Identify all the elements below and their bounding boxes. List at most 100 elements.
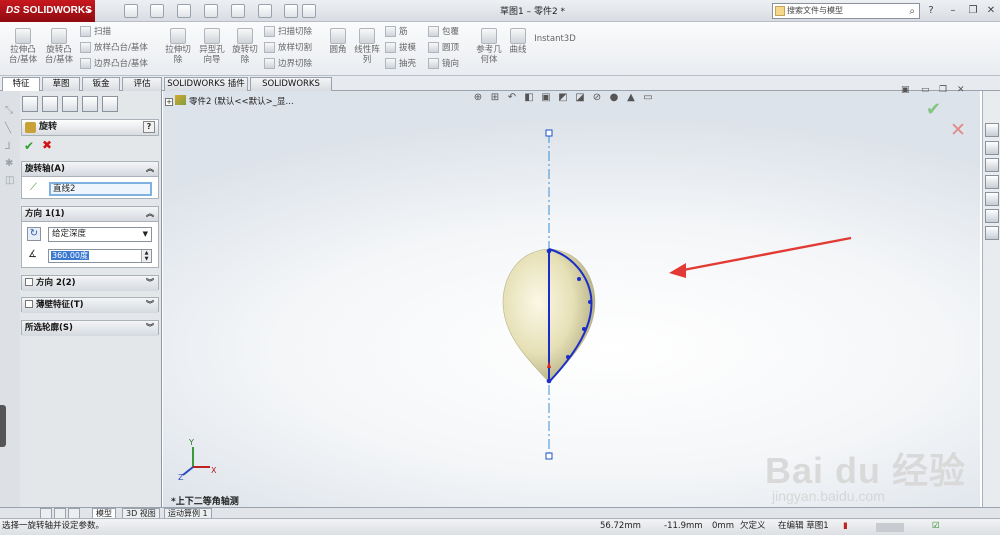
resources-icon[interactable]	[985, 141, 999, 155]
tab-evaluate[interactable]: 评估	[122, 77, 162, 91]
thin-feature-group-header[interactable]: 薄壁特征(T) ︾	[22, 298, 158, 313]
lofted-cut-button[interactable]: 放样切割	[264, 41, 312, 55]
draft-button[interactable]: 拔模	[385, 41, 416, 55]
tab-mbd[interactable]: SOLIDWORKS MBD	[250, 77, 332, 102]
custom-properties-icon[interactable]	[985, 209, 999, 223]
open-file-icon[interactable]	[150, 4, 164, 18]
search-icon[interactable]: ⌕	[909, 5, 915, 19]
edit-mode: 在编辑 草图1	[778, 521, 829, 531]
minimize-icon[interactable]: –	[946, 4, 960, 18]
select-icon[interactable]	[258, 4, 272, 18]
curves-button[interactable]: 曲线	[506, 28, 530, 55]
revolve-boss-icon	[51, 28, 67, 44]
swept-cut-button[interactable]: 扫描切除	[264, 25, 312, 39]
help-button[interactable]: ?	[143, 121, 155, 133]
wrap-icon	[428, 26, 439, 37]
appearances-icon[interactable]	[985, 192, 999, 206]
sweep-button[interactable]: 扫描	[80, 25, 111, 39]
search-input[interactable]: 搜索文件与模型 ⌕	[772, 3, 920, 19]
extrude-cut-button[interactable]: 拉伸切 除	[162, 28, 194, 65]
sketch-point[interactable]	[582, 327, 586, 331]
boundary-cut-button[interactable]: 边界切除	[264, 57, 312, 71]
point-icon[interactable]: ✱	[5, 158, 13, 169]
sketch-point[interactable]	[577, 277, 581, 281]
ok-check-icon[interactable]: ✔	[24, 139, 34, 153]
axis-x-label: X	[211, 466, 217, 475]
solidworks-logo[interactable]: DS SOLIDWORKS ▸	[0, 0, 95, 22]
loft-icon	[80, 42, 91, 53]
direction1-group-header[interactable]: 方向 1(1) ︽	[22, 207, 158, 222]
loft-boss-button[interactable]: 放样凸台/基体	[80, 41, 148, 55]
axis-selection-field[interactable]: 直线2	[49, 182, 152, 196]
units-select[interactable]	[876, 523, 904, 532]
angle-field[interactable]: 360.00度 ▲ ▼	[48, 249, 152, 263]
selected-contours-group-header[interactable]: 所选轮廓(S) ︾	[22, 321, 158, 336]
sketch-point[interactable]	[588, 300, 592, 304]
smart-dimension-icon[interactable]: ⤡	[5, 105, 13, 116]
new-file-icon[interactable]	[124, 4, 138, 18]
reverse-direction-icon[interactable]: ↻	[27, 227, 41, 241]
collapse-icon: ︽	[146, 209, 154, 218]
thin-feature-checkbox[interactable]	[25, 300, 33, 308]
direction2-group: 方向 2(2) ︾	[21, 275, 159, 291]
status-check-icon[interactable]: ☑	[932, 519, 940, 534]
sketch-point[interactable]	[566, 355, 570, 359]
display-manager-tab-icon[interactable]	[102, 96, 118, 112]
revolve-boss-button[interactable]: 旋转凸 台/基体	[42, 28, 76, 65]
axis-line-icon: ⟋	[30, 182, 37, 193]
axis-endpoint-handle[interactable]	[545, 452, 553, 460]
logo-dropdown-icon: ▸	[87, 6, 92, 15]
tab-features[interactable]: 特征	[2, 77, 40, 92]
file-explorer-icon[interactable]	[985, 175, 999, 189]
options-icon[interactable]	[302, 4, 316, 18]
dimxpert-tab-icon[interactable]	[82, 96, 98, 112]
configuration-tab-icon[interactable]	[62, 96, 78, 112]
panel-splitter-handle[interactable]	[0, 405, 6, 447]
axis-group-header[interactable]: 旋转轴(A) ︽	[22, 162, 158, 177]
bottom-tabs: 模型 3D 视图 运动算例 1	[0, 507, 1000, 519]
measure-icon[interactable]: ◫	[5, 175, 14, 186]
boundary-boss-button[interactable]: 边界凸台/基体	[80, 57, 148, 71]
tab-sheet-metal[interactable]: 钣金	[82, 77, 120, 91]
undo-icon[interactable]	[231, 4, 245, 18]
axis-endpoint-handle[interactable]	[545, 129, 553, 137]
sketch-point[interactable]	[546, 248, 552, 254]
print-icon[interactable]	[204, 4, 218, 18]
feature-tree-tab-icon[interactable]	[22, 96, 38, 112]
direction2-group-header[interactable]: 方向 2(2) ︾	[22, 276, 158, 291]
baidu-watermark: Bai du 经验	[765, 450, 967, 491]
wrap-button[interactable]: 包覆	[428, 25, 459, 39]
ref-geometry-button[interactable]: 参考几 何体	[474, 28, 504, 65]
save-icon[interactable]	[177, 4, 191, 18]
ref-geometry-icon	[481, 28, 497, 44]
property-manager-tab-icon[interactable]	[42, 96, 58, 112]
line-icon[interactable]: ╲	[5, 123, 11, 134]
hole-wizard-button[interactable]: 异型孔 向导	[196, 28, 228, 65]
coordinate-icon[interactable]: ⅃	[5, 141, 11, 152]
curves-icon	[510, 28, 526, 44]
forum-icon[interactable]	[985, 226, 999, 240]
close-icon[interactable]: ✕	[984, 4, 998, 18]
extrude-boss-button[interactable]: 拉伸凸 台/基体	[6, 28, 40, 65]
rebuild-status-icon[interactable]: ▮	[843, 519, 848, 534]
direction2-checkbox[interactable]	[25, 278, 33, 286]
design-library-icon[interactable]	[985, 158, 999, 172]
restore-icon[interactable]: ❐	[966, 4, 980, 18]
home-icon[interactable]	[985, 123, 999, 137]
mirror-button[interactable]: 镜向	[428, 57, 459, 71]
spin-button[interactable]: ▲ ▼	[141, 250, 151, 262]
fillet-button[interactable]: 圆角	[326, 28, 350, 55]
instant3d-button[interactable]: Instant3D	[534, 34, 576, 44]
tab-sketch[interactable]: 草图	[42, 77, 80, 91]
linear-pattern-button[interactable]: 线性阵 列	[352, 28, 382, 65]
sketch-point[interactable]	[546, 378, 552, 384]
help-icon[interactable]: ?	[924, 4, 938, 18]
tab-addins[interactable]: SOLIDWORKS 插件	[164, 77, 248, 91]
dome-button[interactable]: 圆顶	[428, 41, 459, 55]
cancel-x-icon[interactable]: ✖	[42, 138, 52, 152]
direction-type-select[interactable]: 给定深度 ▼	[48, 227, 152, 242]
rebuild-icon[interactable]	[284, 4, 298, 18]
revolve-cut-button[interactable]: 旋转切 除	[229, 28, 261, 65]
shell-button[interactable]: 抽壳	[385, 57, 416, 71]
rib-button[interactable]: 筋	[385, 25, 408, 39]
